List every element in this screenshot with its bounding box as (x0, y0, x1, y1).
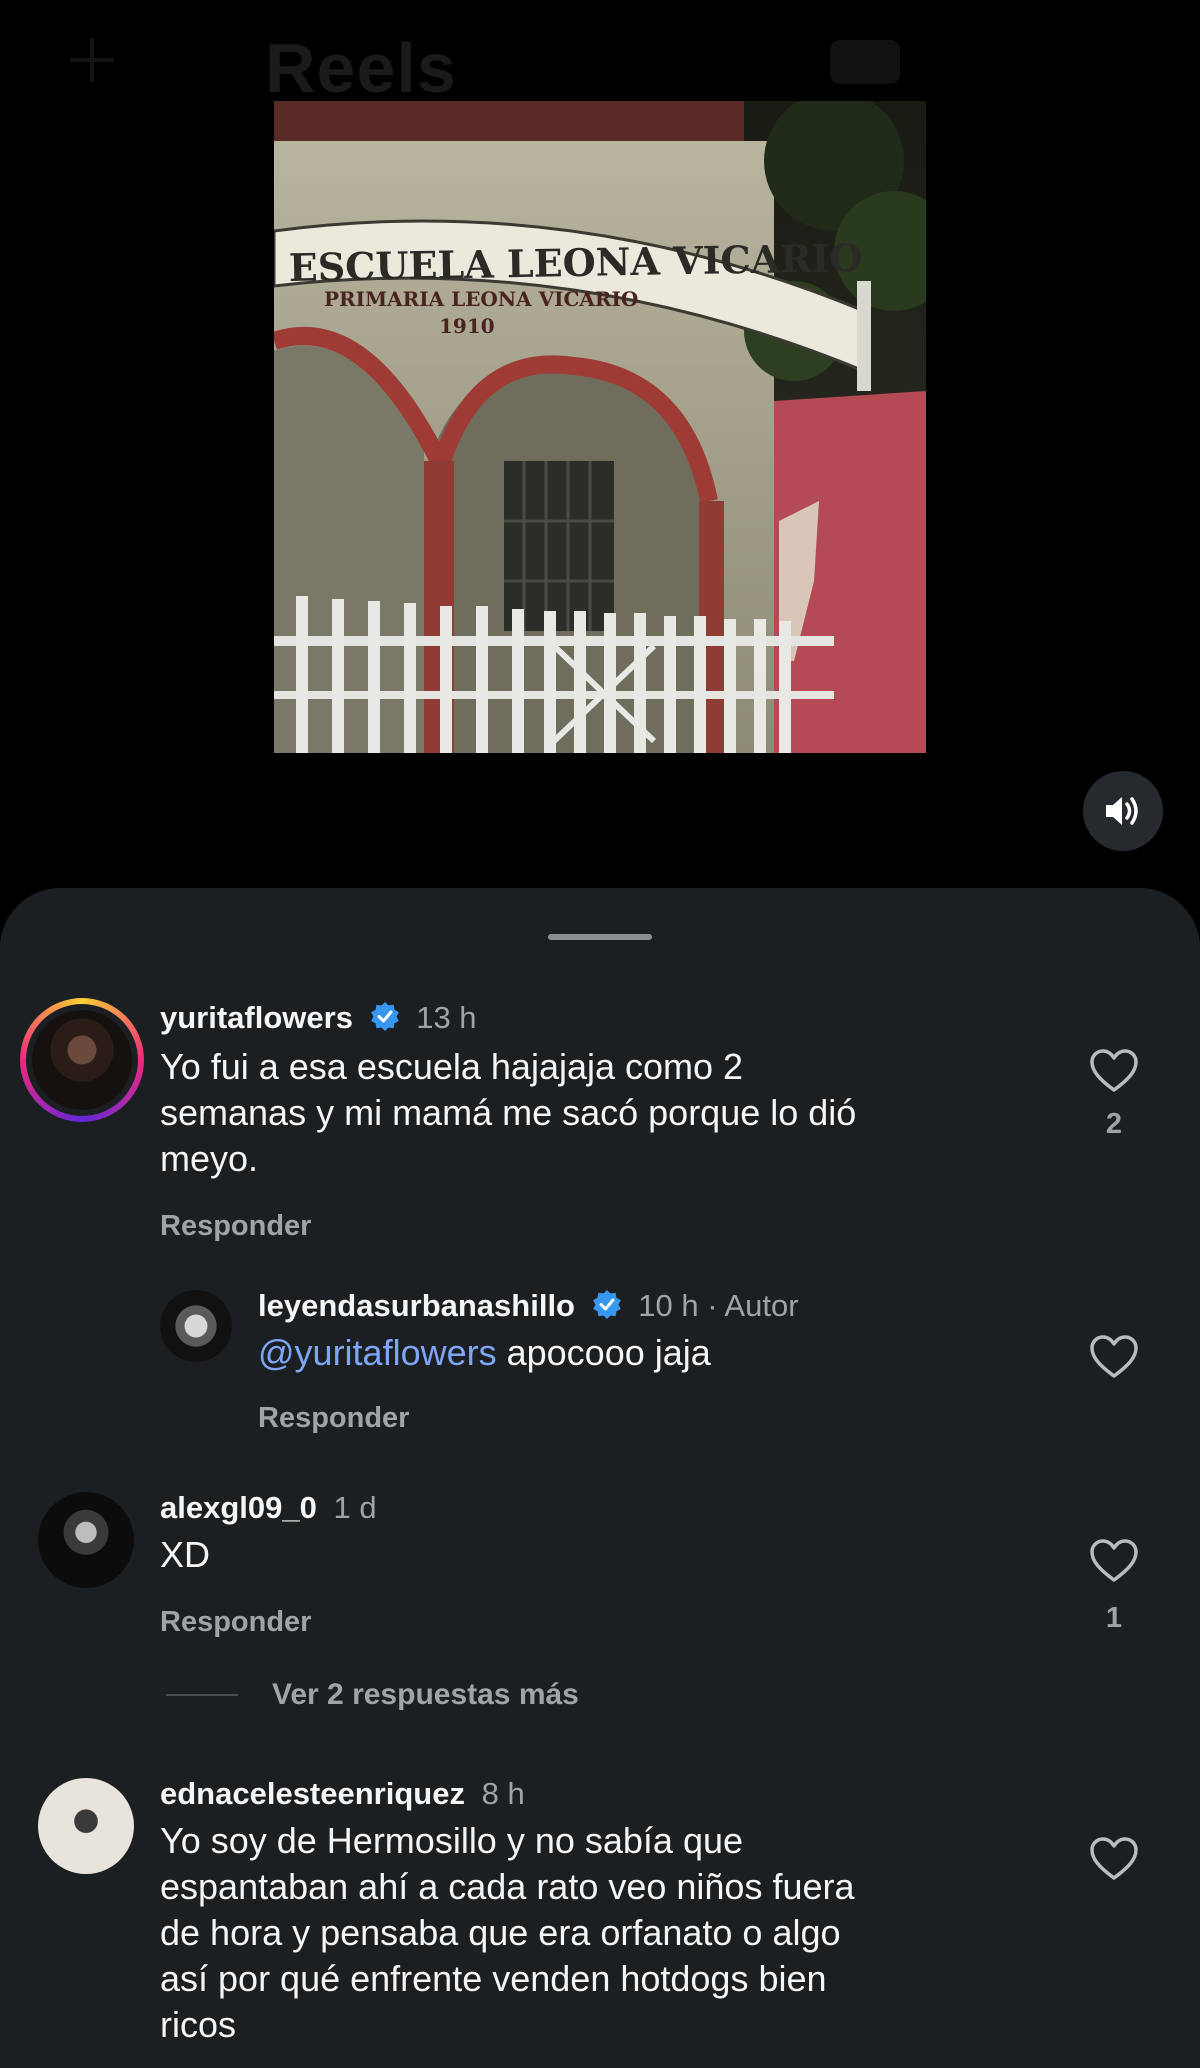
reels-header-title: Reels (265, 29, 457, 107)
comment-text-line: así por qué enfrente venden hotdogs bien (160, 1958, 827, 1999)
comment-text: XD (160, 1534, 211, 1575)
avatar[interactable] (20, 998, 144, 1122)
mention-link[interactable]: @yuritaflowers (258, 1332, 497, 1373)
comment-time: 8 h (481, 1776, 525, 1811)
comment-username[interactable]: ednacelesteenriquez (160, 1776, 465, 1811)
reel-video[interactable]: ESCUELA LEONA VICARIO PRIMARIA LEONA VIC… (274, 101, 926, 753)
speaker-icon (1106, 797, 1138, 825)
comment-username[interactable]: alexgl09_0 (160, 1490, 317, 1525)
avatar[interactable] (38, 1492, 134, 1588)
camera-icon (830, 40, 900, 84)
like-button[interactable] (1086, 1334, 1142, 1385)
comment-text: Yo soy de Hermosillo y no sabía que espa… (160, 1818, 855, 2048)
heart-icon (1090, 1837, 1138, 1880)
like-count: 2 (1105, 1108, 1123, 1140)
comment-time: 10 h · Autor (638, 1288, 799, 1323)
view-more-replies-label: Ver 2 respuestas más (272, 1678, 579, 1711)
comment-username[interactable]: leyendasurbanashillo (258, 1288, 575, 1323)
like-count: 1 (1105, 1602, 1123, 1634)
heart-icon (1090, 1049, 1138, 1092)
comment-time: 1 d (333, 1490, 377, 1525)
like-button[interactable] (1086, 1836, 1142, 1887)
reply-button[interactable]: Responder (160, 1210, 311, 1243)
divider-line (166, 1694, 238, 1696)
reply-button[interactable]: Responder (258, 1402, 409, 1435)
verified-badge-icon (370, 1002, 399, 1031)
avatar[interactable] (38, 1778, 134, 1874)
comment-time: 13 h (416, 1000, 477, 1035)
sign-year-text: 1910 (439, 314, 495, 338)
plus-icon (70, 38, 114, 82)
sheet-drag-handle[interactable] (548, 934, 652, 940)
comment-text-line: semanas y mi mamá me sacó porque lo dió (160, 1092, 857, 1133)
comment-text-line: Yo fui a esa escuela hajajaja como 2 (160, 1046, 744, 1087)
like-button[interactable] (1086, 1048, 1142, 1099)
comment-text-line: Yo soy de Hermosillo y no sabía que (160, 1820, 744, 1861)
heart-icon (1090, 1539, 1138, 1582)
comment-text-line: meyo. (160, 1138, 259, 1179)
reply-button[interactable]: Responder (160, 1606, 311, 1639)
like-button[interactable] (1086, 1538, 1142, 1589)
comment-text: @yuritaflowers apocooo jaja (258, 1330, 711, 1376)
comment-username[interactable]: yuritaflowers (160, 1000, 353, 1035)
comment-text-line: espantaban ahí a cada rato veo niños fue… (160, 1866, 855, 1907)
comments-sheet: yuritaflowers 13 h Yo fui a esa escuela … (0, 888, 1200, 2068)
reel-video-area: Reels ESCUELA LEONA VICARIO PRIMARIA LEO… (0, 0, 1200, 900)
comment-text-line: ricos (160, 2004, 237, 2045)
view-more-replies-button[interactable]: Ver 2 respuestas más (166, 1678, 579, 1712)
heart-icon (1090, 1335, 1138, 1378)
comment-text-body: apocooo jaja (496, 1332, 711, 1373)
audio-toggle-button[interactable] (1083, 771, 1163, 851)
sign-sub-text: PRIMARIA LEONA VICARIO (324, 287, 638, 311)
comment-text-line: de hora y pensaba que era orfanato o alg… (160, 1912, 841, 1953)
comment-text: Yo fui a esa escuela hajajaja como 2 sem… (160, 1044, 856, 1182)
avatar[interactable] (160, 1290, 232, 1362)
verified-badge-icon (592, 1290, 621, 1319)
